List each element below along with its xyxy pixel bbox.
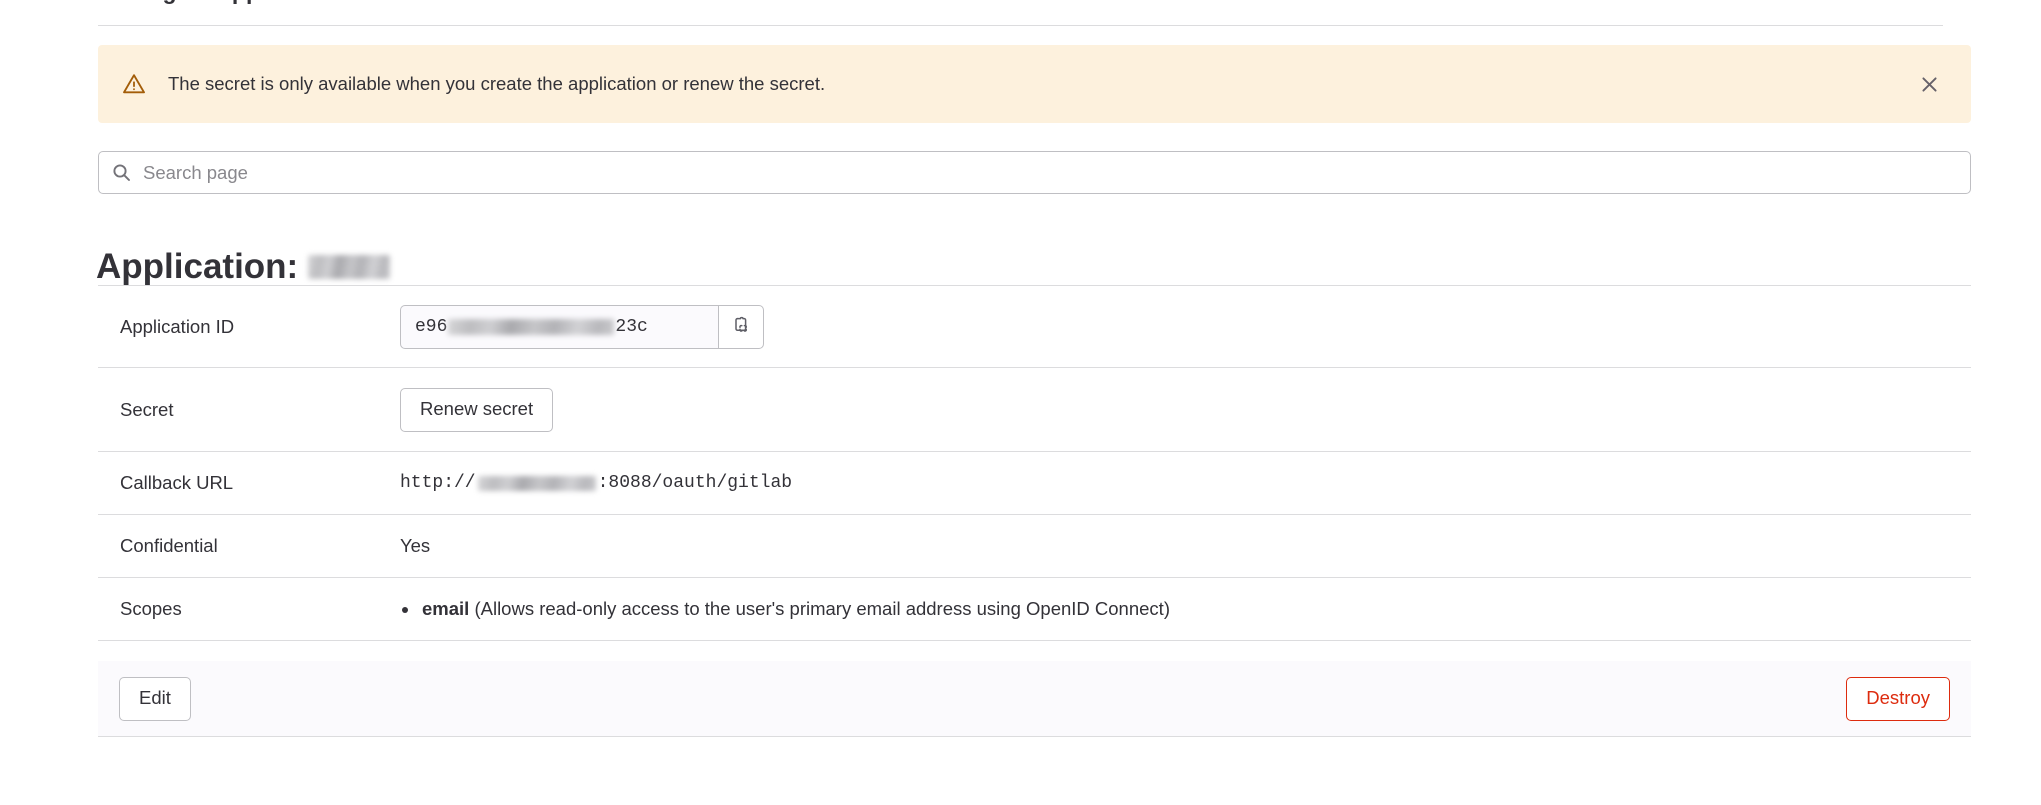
redacted-callback-host [477,475,596,491]
row-value-callback-url: http:// :8088/oauth/gitlab [400,452,1971,514]
row-label-scopes: Scopes [120,598,182,619]
table-row: Confidential Yes [98,515,1971,578]
edit-button[interactable]: Edit [119,676,191,721]
alert-message: The secret is only available when you cr… [168,73,826,94]
top-divider [98,25,1943,26]
application-id-value[interactable]: e96 23c [400,304,718,349]
close-icon[interactable] [1912,67,1946,101]
application-id-prefix: e96 [415,316,448,337]
table-row: Callback URL http:// :8088/oauth/gitlab [98,452,1971,515]
redacted-application-name [308,255,391,280]
list-item: email (Allows read-only access to the us… [420,597,1971,621]
row-label-application-id: Application ID [120,315,235,337]
warning-triangle-icon [122,72,146,96]
application-details-page: Settings > Applications The secret is on… [0,0,2041,805]
clipboard-icon [731,315,752,339]
table-row: Scopes email (Allows read-only access to… [98,578,1971,641]
table-row: Application ID e96 23c [98,286,1971,368]
row-value-scopes: email (Allows read-only access to the us… [400,578,1971,640]
page-title-prefix: Application: [96,247,299,287]
row-value-secret: Renew secret [400,387,1971,432]
search-page-field[interactable] [98,151,1971,194]
row-label-confidential: Confidential [120,535,218,556]
page-title: Application: [96,245,391,289]
search-input[interactable] [141,152,1958,193]
row-label-secret: Secret [120,398,174,420]
scope-list: email (Allows read-only access to the us… [400,597,1971,621]
destroy-button[interactable]: Destroy [1846,676,1950,721]
search-icon [111,163,131,183]
row-label-callback-url: Callback URL [120,472,234,493]
copy-application-id-button[interactable] [718,304,764,349]
application-detail-table: Application ID e96 23c Secret Renew secr… [98,285,1971,641]
scope-description: (Allows read-only access to the user's p… [474,598,1170,619]
callback-url-value: http:// :8088/oauth/gitlab [400,471,792,495]
redacted-application-id [448,318,615,335]
detail-footer: Edit Destroy [98,661,1971,737]
scope-name: email [422,598,470,619]
application-id-input-group: e96 23c [400,304,764,349]
renew-secret-button[interactable]: Renew secret [400,387,554,432]
cutoff-heading: Settings > Applications [98,0,354,5]
callback-url-suffix: :8088/oauth/gitlab [597,473,793,493]
row-value-confidential: Yes [400,535,431,556]
secret-warning-alert: The secret is only available when you cr… [98,45,1971,123]
table-row: Secret Renew secret [98,368,1971,452]
callback-url-prefix: http:// [400,473,476,493]
application-id-suffix: 23c [615,316,648,337]
row-value-application-id: e96 23c [400,304,1971,349]
